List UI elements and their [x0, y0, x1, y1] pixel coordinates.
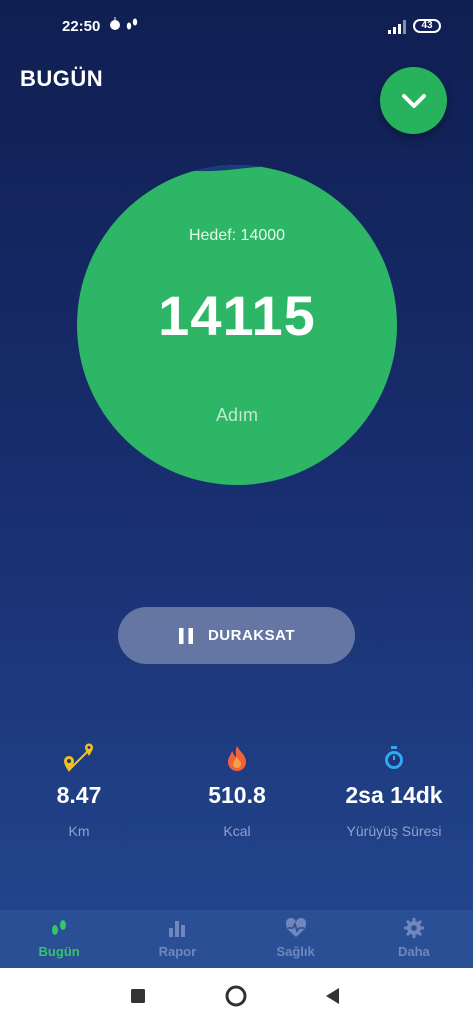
status-notification-icons — [108, 16, 142, 35]
step-progress-circle[interactable]: Hedef: 14000 14115 Adım — [77, 165, 397, 485]
recent-apps-button[interactable] — [118, 968, 158, 1024]
square-icon — [131, 989, 145, 1003]
progress-wave — [77, 165, 397, 172]
bar-chart-icon — [169, 921, 186, 937]
nav-label-health: Sağlık — [276, 944, 315, 959]
stat-calories-value: 510.8 — [208, 782, 266, 808]
back-button[interactable] — [313, 968, 353, 1024]
stat-walk-time-label: Yürüyüş Süresi — [346, 823, 442, 839]
system-navigation-bar — [0, 968, 473, 1024]
gear-icon — [403, 918, 424, 938]
nav-label-more: Daha — [397, 944, 430, 959]
nav-label-report: Rapor — [158, 944, 197, 959]
stat-calories-label: Kcal — [223, 823, 251, 839]
back-triangle-icon — [326, 988, 339, 1004]
stat-walk-time: 2sa 14dk Yürüyüş Süresi — [315, 742, 473, 839]
flame-icon — [228, 746, 246, 771]
bottom-navigation: Bugün Rapor Sağlık Daha — [0, 910, 473, 968]
footsteps-icon — [52, 920, 67, 935]
collapse-button[interactable] — [380, 67, 447, 134]
stat-distance-value: 8.47 — [56, 782, 102, 808]
nav-item-health[interactable]: Sağlık — [237, 910, 355, 968]
stopwatch-icon — [385, 746, 403, 769]
pause-button[interactable]: DURAKSAT — [118, 607, 355, 664]
step-count: 14115 — [158, 284, 316, 347]
chevron-down-icon — [401, 93, 426, 108]
nav-label-today: Bugün — [38, 944, 80, 959]
goal-label: Hedef: 14000 — [188, 227, 286, 244]
signal-icon — [388, 20, 406, 34]
route-pin-icon — [64, 743, 93, 772]
pause-icon — [178, 627, 193, 644]
home-button[interactable] — [216, 968, 256, 1024]
stat-walk-time-value: 2sa 14dk — [345, 782, 443, 808]
status-time: 22:50 — [62, 18, 101, 35]
battery-indicator: 43 — [413, 19, 441, 33]
alarm-icon — [110, 17, 138, 30]
nav-item-more[interactable]: Daha — [355, 910, 473, 968]
nav-item-today[interactable]: Bugün — [0, 910, 118, 968]
nav-item-report[interactable]: Rapor — [118, 910, 236, 968]
page-title: BUGÜN — [20, 66, 104, 91]
heart-pulse-icon — [285, 918, 306, 937]
status-bar: 22:50 43 — [0, 0, 473, 56]
stat-distance: 8.47 Km — [0, 742, 158, 839]
stat-distance-label: Km — [68, 823, 90, 839]
home-circle-icon — [225, 985, 247, 1007]
pause-button-label: DURAKSAT — [207, 627, 296, 644]
step-unit-label: Adım — [215, 405, 258, 425]
stat-calories: 510.8 Kcal — [158, 742, 316, 839]
